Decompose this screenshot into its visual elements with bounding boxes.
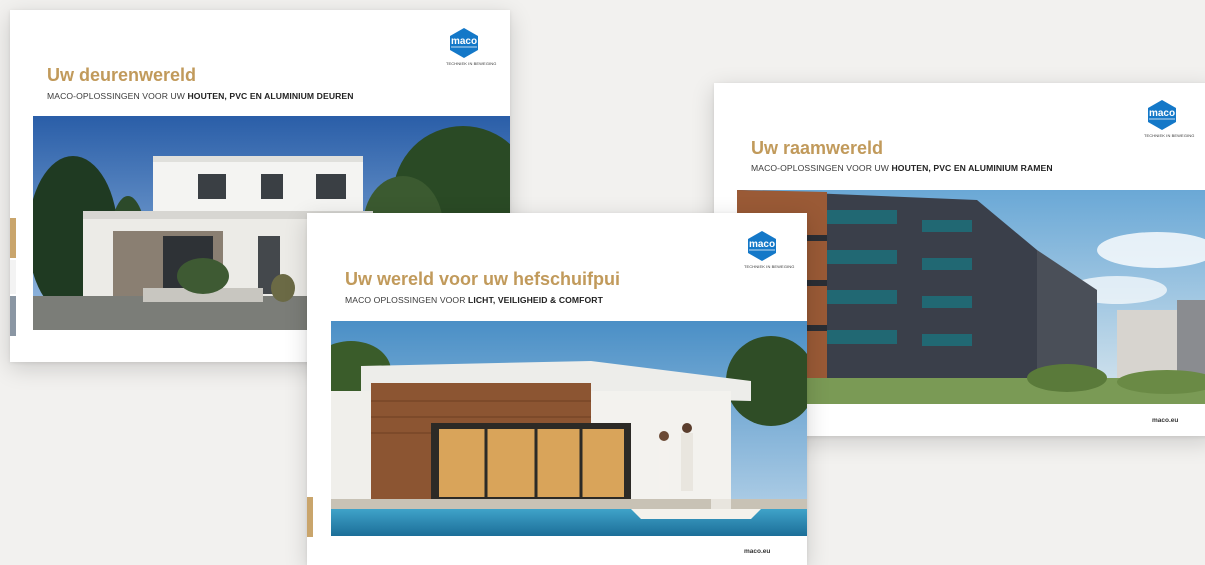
lift-slide-brochure: maco TECHNIEK IN BEWEGING Uw wereld voor…	[307, 213, 807, 565]
brochure-title: Uw wereld voor uw hefschuifpui	[345, 269, 621, 289]
subtitle-plain: MACO-OPLOSSINGEN VOOR UW	[751, 163, 892, 173]
villa-pool-photo	[331, 321, 807, 536]
website-label: maco.eu	[744, 548, 771, 555]
subtitle-bold: LICHT, VEILIGHEID & COMFORT	[468, 295, 603, 305]
logo-tagline: TECHNIEK IN BEWEGING	[744, 264, 795, 269]
side-tab	[10, 296, 16, 336]
brochure-title: Uw raamwereld	[751, 138, 884, 158]
maco-logo-icon: maco	[748, 231, 776, 261]
side-tab	[307, 497, 313, 537]
svg-text:maco: maco	[749, 239, 775, 250]
apartment-photo	[737, 190, 1205, 404]
maco-logo: maco TECHNIEK IN BEWEGING	[1144, 99, 1195, 138]
brochure-subtitle: MACO-OPLOSSINGEN VOOR UW HOUTEN, PVC EN …	[47, 91, 354, 101]
svg-text:maco: maco	[1149, 108, 1175, 119]
subtitle-bold: HOUTEN, PVC EN ALUMINIUM DEUREN	[187, 91, 354, 101]
maco-logo: maco TECHNIEK IN BEWEGING	[744, 230, 795, 269]
maco-logo-icon: maco	[450, 28, 478, 58]
brochure-title: Uw deurenwereld	[47, 65, 197, 85]
logo-tagline: TECHNIEK IN BEWEGING	[446, 61, 497, 66]
subtitle-bold: HOUTEN, PVC EN ALUMINIUM RAMEN	[891, 163, 1053, 173]
maco-logo-icon: maco	[1148, 100, 1176, 130]
brochure-subtitle: MACO OPLOSSINGEN VOOR LICHT, VEILIGHEID …	[345, 295, 603, 305]
website-label: maco.eu	[1152, 417, 1179, 424]
maco-logo: maco TECHNIEK IN BEWEGING	[446, 27, 497, 66]
subtitle-plain: MACO OPLOSSINGEN VOOR	[345, 295, 469, 305]
svg-text:maco: maco	[451, 36, 477, 47]
brochure-subtitle: MACO-OPLOSSINGEN VOOR UW HOUTEN, PVC EN …	[751, 163, 1053, 173]
side-tab	[10, 218, 16, 258]
side-tab	[10, 260, 16, 294]
subtitle-plain: MACO-OPLOSSINGEN VOOR UW	[47, 91, 188, 101]
logo-tagline: TECHNIEK IN BEWEGING	[1144, 133, 1195, 138]
